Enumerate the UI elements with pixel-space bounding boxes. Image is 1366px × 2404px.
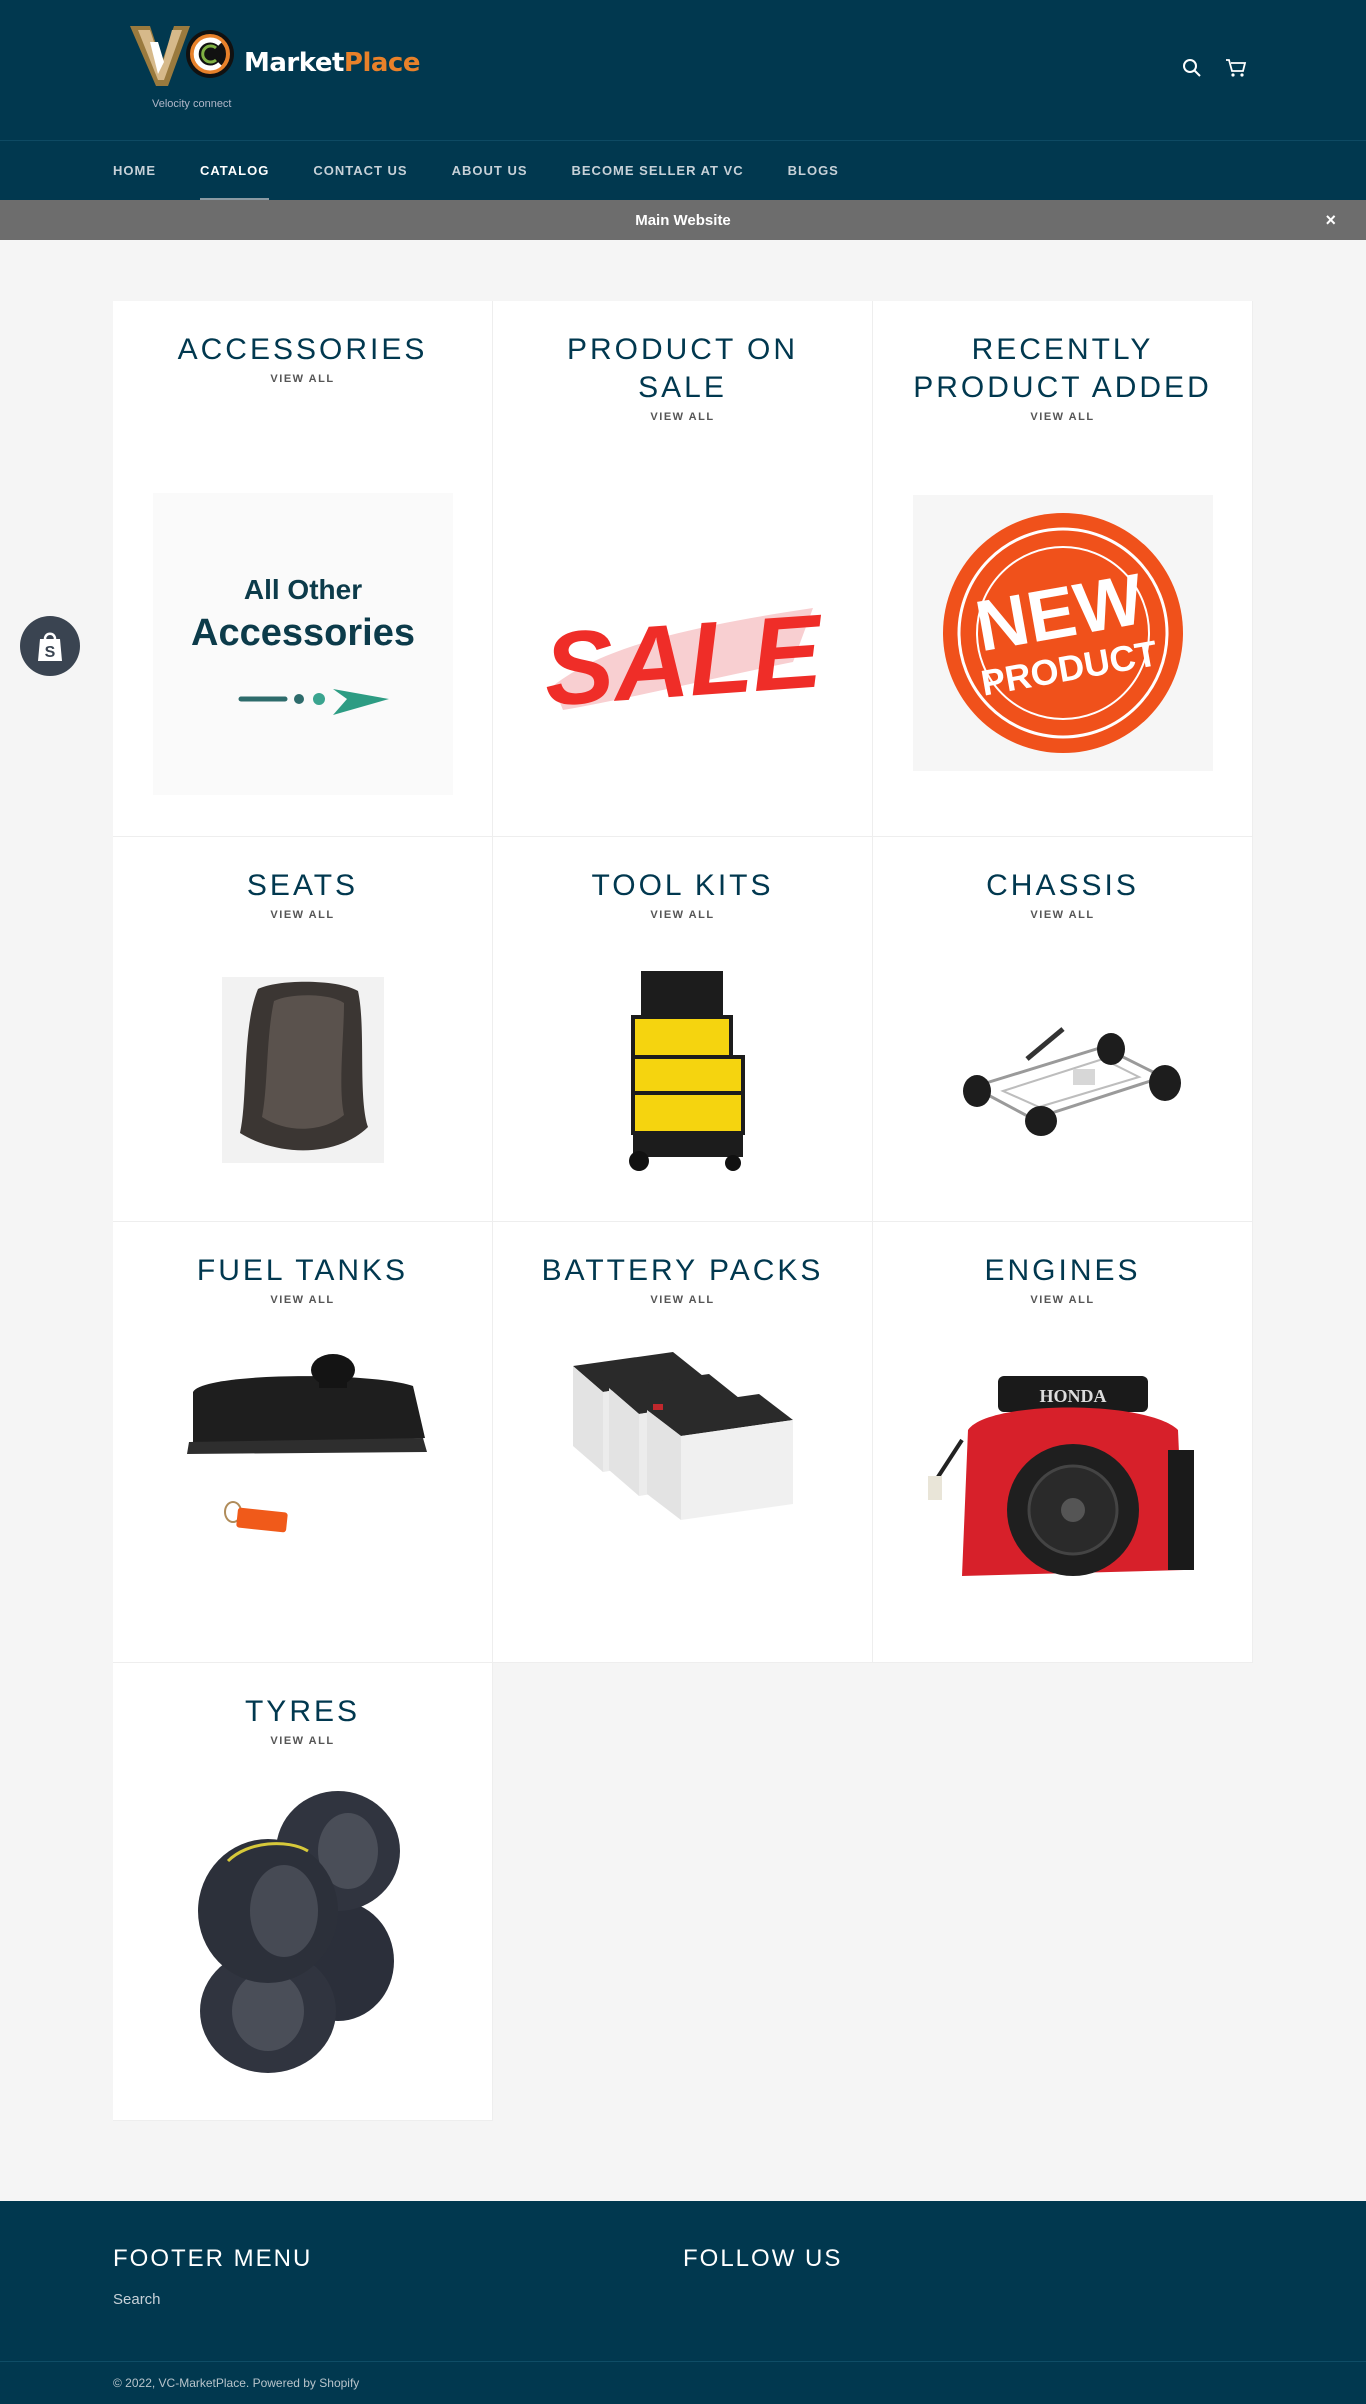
close-icon[interactable]: × <box>1325 210 1336 231</box>
accessories-image-line2: Accessories <box>191 612 415 654</box>
svg-text:S: S <box>45 644 56 661</box>
collection-card-product-on-sale[interactable]: PRODUCT ON SALE VIEW ALL SALE <box>493 301 873 837</box>
footer-divider <box>0 2361 1366 2362</box>
view-all-link[interactable]: VIEW ALL <box>873 1294 1252 1306</box>
collection-card-battery-packs[interactable]: BATTERY PACKS VIEW ALL <box>493 1222 873 1663</box>
nav-item-catalog[interactable]: CATALOG <box>200 141 270 201</box>
footer-link-search[interactable]: Search <box>113 2291 161 2308</box>
engine-brand-text: HONDA <box>1039 1386 1106 1406</box>
collection-card-engines[interactable]: ENGINES VIEW ALL HONDA <box>873 1222 1253 1663</box>
collection-card-tool-kits[interactable]: TOOL KITS VIEW ALL <box>493 837 873 1222</box>
collection-card-recently-product-added[interactable]: RECENTLY PRODUCT ADDED VIEW ALL NEW PROD… <box>873 301 1253 837</box>
view-all-link[interactable]: VIEW ALL <box>493 909 872 921</box>
battery-image <box>493 1340 872 1536</box>
header-icons <box>1180 56 1248 80</box>
view-all-link[interactable]: VIEW ALL <box>493 411 872 423</box>
nav-item-contact-us[interactable]: CONTACT US <box>313 141 407 199</box>
search-icon[interactable] <box>1180 56 1204 80</box>
sale-image-text: SALE <box>543 593 823 726</box>
site-header: MarketPlace Velocity connect <box>0 0 1366 140</box>
announcement-text: Main Website <box>635 211 731 229</box>
nav-item-become-seller[interactable]: BECOME SELLER AT VC <box>572 141 744 199</box>
tyres-image <box>113 1781 492 2081</box>
cart-icon[interactable] <box>1224 56 1248 80</box>
logo-wordmark-b: Place <box>343 48 421 78</box>
nav-item-blogs[interactable]: BLOGS <box>788 141 839 199</box>
accessories-image: All Other Accessories <box>113 493 492 795</box>
collection-title: TOOL KITS <box>591 869 774 902</box>
view-all-link[interactable]: VIEW ALL <box>113 373 492 385</box>
chassis-image <box>873 997 1252 1147</box>
nav-item-home[interactable]: HOME <box>113 141 156 199</box>
view-all-link[interactable]: VIEW ALL <box>493 1294 872 1306</box>
site-footer: FOOTER MENU Search FOLLOW US © 2022, VC-… <box>0 2201 1366 2404</box>
engine-image: HONDA <box>873 1370 1252 1590</box>
main-nav: HOME CATALOG CONTACT US ABOUT US BECOME … <box>0 140 1366 201</box>
collection-card-fuel-tanks[interactable]: FUEL TANKS VIEW ALL <box>113 1222 493 1663</box>
collection-card-accessories[interactable]: ACCESSORIES VIEW ALL All Other Accessori… <box>113 301 493 837</box>
collection-title: ENGINES <box>984 1254 1141 1287</box>
follow-us-title: FOLLOW US <box>683 2245 843 2272</box>
view-all-link[interactable]: VIEW ALL <box>113 1735 492 1747</box>
view-all-link[interactable]: VIEW ALL <box>873 411 1252 423</box>
collection-card-tyres[interactable]: TYRES VIEW ALL <box>113 1663 493 2121</box>
site-logo[interactable]: MarketPlace Velocity connect <box>128 22 420 114</box>
collection-title: CHASSIS <box>986 869 1139 902</box>
collection-title: TYRES <box>244 1695 361 1728</box>
logo-tagline: Velocity connect <box>152 98 232 110</box>
view-all-link[interactable]: VIEW ALL <box>113 1294 492 1306</box>
announcement-bar[interactable]: Main Website × <box>0 200 1366 240</box>
collection-title: FUEL TANKS <box>196 1254 409 1287</box>
vc-logo-mark-icon <box>130 26 234 86</box>
shopify-bag-icon[interactable]: S <box>20 616 80 676</box>
collection-title: RECENTLY PRODUCT ADDED <box>913 333 1212 404</box>
logo-wordmark-a: Market <box>244 48 344 78</box>
footer-copyright: © 2022, VC-MarketPlace. Powered by Shopi… <box>113 2376 360 2390</box>
collection-title: ACCESSORIES <box>177 333 428 366</box>
collection-title: SEATS <box>246 869 359 902</box>
fuel-tank-image <box>113 1342 492 1542</box>
logo-wordmark: MarketPlace <box>244 48 420 78</box>
collection-card-chassis[interactable]: CHASSIS VIEW ALL <box>873 837 1253 1222</box>
collection-title: PRODUCT ON SALE <box>566 333 799 404</box>
view-all-link[interactable]: VIEW ALL <box>113 909 492 921</box>
collection-title: BATTERY PACKS <box>541 1254 824 1287</box>
seat-image <box>113 977 492 1163</box>
view-all-link[interactable]: VIEW ALL <box>873 909 1252 921</box>
toolkit-image <box>493 967 872 1177</box>
new-product-image: NEW PRODUCT <box>873 495 1252 771</box>
accessories-image-line1: All Other <box>243 574 361 605</box>
nav-item-about-us[interactable]: ABOUT US <box>452 141 528 199</box>
footer-menu-title: FOOTER MENU <box>113 2245 313 2272</box>
collection-card-seats[interactable]: SEATS VIEW ALL <box>113 837 493 1222</box>
sale-image: SALE <box>493 571 872 741</box>
